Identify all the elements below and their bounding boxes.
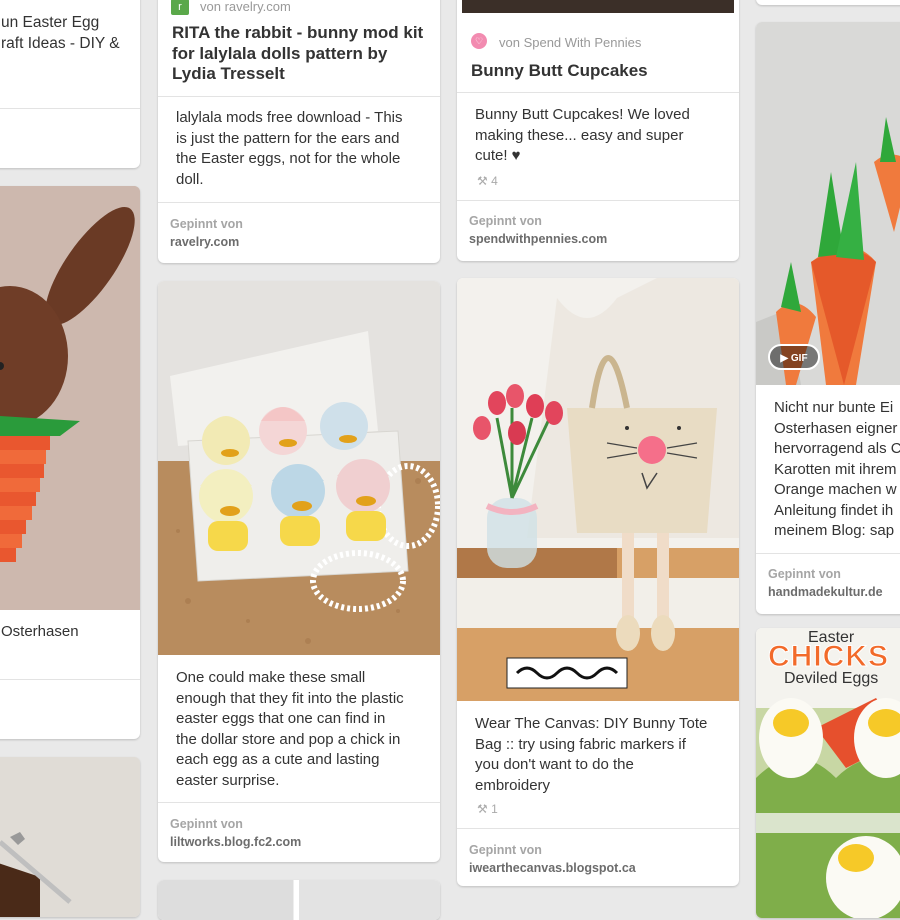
pinned-by-label: Gepinnt von	[469, 214, 542, 228]
play-icon: ▶	[780, 353, 789, 364]
via-link[interactable]: von ravelry.com	[200, 0, 291, 14]
pin-image-cupcakes[interactable]	[462, 0, 734, 13]
pin-card-deviled-eggs[interactable]: Easter CHICKS Deviled Eggs	[756, 628, 900, 918]
pin-title: RITA the rabbit - bunny mod kit for laly…	[172, 23, 424, 83]
pin-card-bunny-tote[interactable]: Wear The Canvas: DIY Bunny Tote Bag :: t…	[457, 278, 739, 886]
card-divider	[0, 108, 140, 168]
pin-description: One could make these small enough that t…	[176, 669, 404, 789]
pin-image-bunny-tote[interactable]	[457, 278, 739, 701]
pinned-by-label: Gepinnt von	[469, 843, 542, 857]
pinned-by-source[interactable]: liltworks.blog.fc2.com	[170, 835, 301, 849]
pin-title: Bunny Butt Cupcakes	[471, 61, 648, 80]
card-divider	[457, 92, 739, 93]
pin-description: Bunny Butt Cupcakes! We loved making the…	[475, 106, 690, 164]
card-divider	[0, 679, 140, 739]
pinned-by-label: Gepinnt von	[170, 217, 243, 231]
pinned-by-source[interactable]: handmadekultur.de	[768, 585, 883, 599]
pinned-by-source[interactable]: ravelry.com	[170, 235, 239, 249]
pin-description: lalylala mods free download - This is ju…	[176, 109, 403, 188]
pin-card-partial[interactable]	[158, 880, 440, 920]
card-divider	[158, 202, 440, 203]
pin-card-chocolate-cake[interactable]	[0, 757, 140, 917]
repin-count: ⚒ 1	[477, 802, 498, 816]
bunny-tote-illustration	[457, 278, 739, 701]
pin-icon: ⚒	[477, 802, 488, 816]
gif-badge[interactable]: ▶ GIF	[768, 344, 820, 370]
pin-image-paper-bunny[interactable]	[0, 186, 140, 610]
paper-carrots-illustration	[756, 22, 900, 385]
pin-description: Wear The Canvas: DIY Bunny Tote Bag :: t…	[475, 715, 708, 794]
card-divider	[756, 553, 900, 554]
pinned-by-source[interactable]: spendwithpennies.com	[469, 232, 607, 246]
card-divider	[457, 828, 739, 829]
spend-with-pennies-icon: ♡	[471, 33, 487, 49]
pin-card-osterhasen[interactable]: Osterhasen	[0, 186, 140, 739]
pin-image-crochet-chicks[interactable]	[158, 281, 440, 655]
pinned-by-label: Gepinnt von	[768, 567, 841, 581]
image-text-chicks: CHICKS	[767, 640, 890, 674]
source-badge: r	[171, 0, 189, 15]
pin-icon: ⚒	[477, 174, 488, 188]
cake-illustration	[0, 757, 140, 917]
paper-bunny-illustration	[0, 186, 140, 610]
repin-count: ⚒ 4	[477, 174, 498, 188]
pinned-by-label: Gepinnt von	[170, 817, 243, 831]
card-divider	[158, 96, 440, 97]
crochet-chicks-illustration	[158, 281, 440, 655]
pinned-by-source[interactable]: iwearthecanvas.blogspot.ca	[469, 861, 636, 875]
pin-card-rita-rabbit[interactable]: r von ravelry.com RITA the rabbit - bunn…	[158, 0, 440, 263]
pin-card-easter-egg-ideas[interactable]: un Easter Egg raft Ideas - DIY &	[0, 0, 140, 168]
card-divider	[158, 802, 440, 803]
pin-image-paper-carrots[interactable]	[756, 22, 900, 385]
pin-card-paper-carrots[interactable]: ▶ GIF Nicht nur bunte Ei Osterhasen eign…	[756, 22, 900, 614]
pin-description: Nicht nur bunte Ei Osterhasen eigner her…	[774, 399, 900, 539]
pin-caption: Osterhasen	[1, 623, 79, 640]
image-text-deviled-eggs: Deviled Eggs	[784, 670, 879, 687]
pin-card-bunny-butt-cupcakes[interactable]: ♡ von Spend With Pennies Bunny Butt Cupc…	[457, 0, 739, 261]
card-divider	[457, 200, 739, 201]
pin-image-cake[interactable]	[0, 757, 140, 917]
pin-image-partial[interactable]	[158, 880, 440, 920]
pin-card-partial-top[interactable]	[756, 0, 900, 5]
pin-card-crochet-chicks[interactable]: One could make these small enough that t…	[158, 281, 440, 862]
pin-title: un Easter Egg raft Ideas - DIY &	[1, 14, 120, 52]
via-link[interactable]: von Spend With Pennies	[499, 35, 641, 50]
